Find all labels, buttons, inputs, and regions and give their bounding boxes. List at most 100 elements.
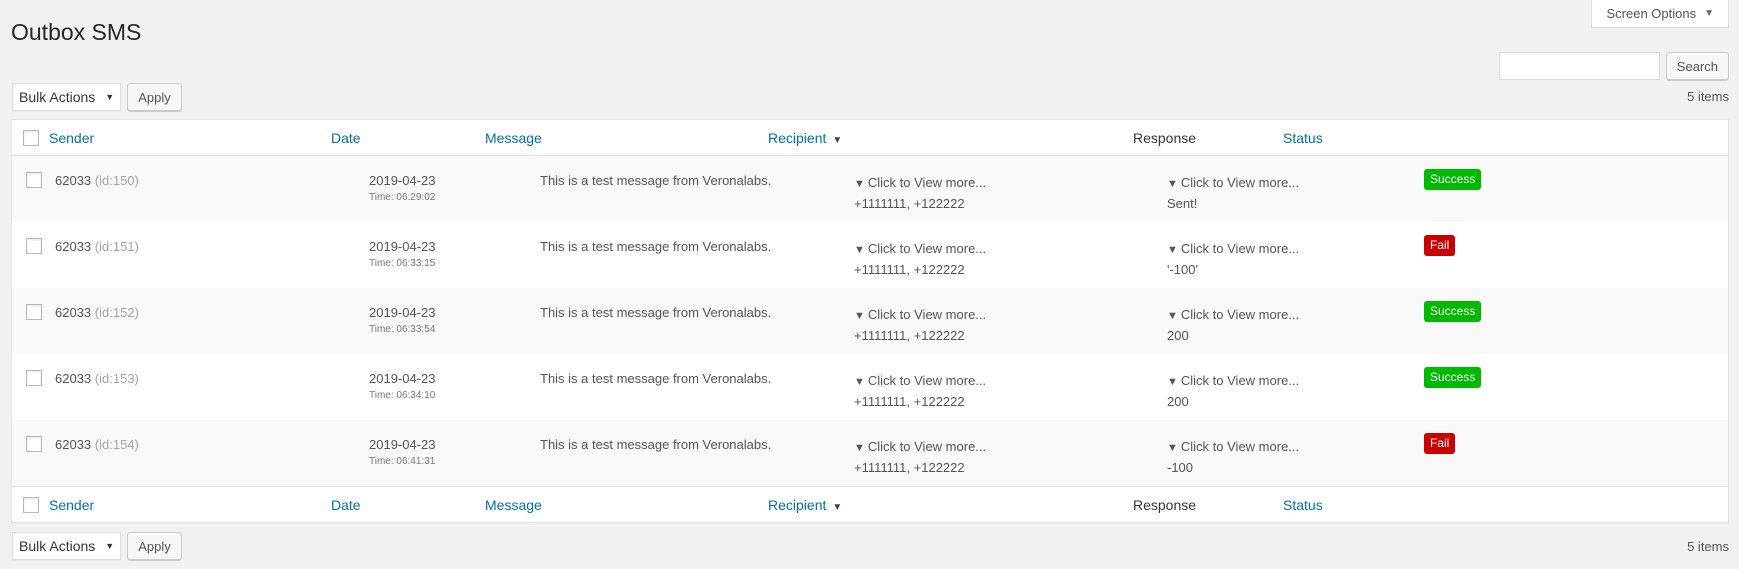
message-cell: This is a test message from Veronalabs. (540, 437, 772, 452)
response-value: 200 (1167, 328, 1189, 343)
response-value: Sent! (1167, 196, 1198, 211)
screen-options-button[interactable]: Screen Options ▼ (1591, 0, 1729, 28)
status-cell: Fail (1424, 433, 1456, 454)
triangle-down-icon: ▼ (1167, 310, 1178, 322)
select-all-checkbox[interactable] (23, 497, 39, 513)
row-checkbox[interactable] (26, 370, 42, 386)
sender-id: (id:153) (94, 371, 139, 386)
column-header-recipient-label: Recipient (768, 130, 827, 146)
status-badge: Success (1424, 169, 1482, 190)
column-header-date[interactable]: Date (331, 130, 361, 146)
sender-cell: 62033 (id:153) (55, 371, 139, 386)
row-checkbox[interactable] (26, 304, 42, 320)
date-value: 2019-04-23 (369, 305, 436, 320)
triangle-down-icon: ▼ (1167, 442, 1178, 454)
recipient-toggle-label: Click to View more... (867, 307, 987, 322)
items-count: 5 items (1687, 89, 1729, 104)
search-button[interactable]: Search (1665, 52, 1729, 80)
table-body: 62033 (id:150) 2019-04-23 Time: 06:29:02… (12, 156, 1728, 486)
page-title: Outbox SMS (11, 19, 142, 45)
apply-button[interactable]: Apply (127, 83, 182, 111)
response-cell: ▼ Click to View more... -100 (1167, 437, 1299, 478)
date-value: 2019-04-23 (369, 437, 436, 452)
sender-id: (id:154) (94, 437, 139, 452)
date-cell: 2019-04-23 Time: 06:41:31 (369, 437, 436, 467)
response-toggle[interactable]: ▼ Click to View more... (1167, 307, 1299, 322)
time-value: Time: 06:41:31 (369, 456, 436, 467)
caret-down-icon: ▼ (105, 541, 115, 551)
recipient-toggle[interactable]: ▼ Click to View more... (854, 373, 986, 388)
sender-id: (id:151) (94, 239, 139, 254)
table-row: 62033 (id:154) 2019-04-23 Time: 06:41:31… (12, 420, 1728, 486)
date-cell: 2019-04-23 Time: 06:29:02 (369, 173, 436, 203)
caret-down-icon: ▼ (832, 135, 843, 146)
response-toggle[interactable]: ▼ Click to View more... (1167, 241, 1299, 256)
sender-cell: 62033 (id:151) (55, 239, 139, 254)
triangle-down-icon: ▼ (1167, 376, 1178, 388)
response-cell: ▼ Click to View more... '-100' (1167, 239, 1299, 280)
triangle-down-icon: ▼ (854, 244, 865, 256)
status-cell: Success (1424, 301, 1482, 322)
column-footer-status[interactable]: Status (1283, 497, 1323, 513)
status-badge: Success (1424, 301, 1482, 322)
caret-down-icon: ▼ (105, 92, 115, 102)
response-toggle-label: Click to View more... (1180, 241, 1300, 256)
triangle-down-icon: ▼ (1167, 244, 1178, 256)
search-input[interactable] (1498, 52, 1660, 80)
recipient-cell: ▼ Click to View more... +1111111, +122222 (854, 173, 986, 214)
table-row: 62033 (id:150) 2019-04-23 Time: 06:29:02… (12, 156, 1728, 222)
recipient-toggle[interactable]: ▼ Click to View more... (854, 175, 986, 190)
status-badge: Fail (1424, 235, 1456, 256)
recipient-toggle[interactable]: ▼ Click to View more... (854, 439, 986, 454)
date-cell: 2019-04-23 Time: 06:34:10 (369, 371, 436, 401)
recipient-toggle[interactable]: ▼ Click to View more... (854, 307, 986, 322)
date-cell: 2019-04-23 Time: 06:33:15 (369, 239, 436, 269)
select-all-checkbox[interactable] (23, 130, 39, 146)
sender-number: 62033 (55, 305, 92, 320)
response-toggle-label: Click to View more... (1180, 307, 1300, 322)
column-header-message[interactable]: Message (485, 130, 542, 146)
message-cell: This is a test message from Veronalabs. (540, 305, 772, 320)
apply-button[interactable]: Apply (127, 532, 182, 560)
response-toggle[interactable]: ▼ Click to View more... (1167, 175, 1299, 190)
column-header-recipient[interactable]: Recipient ▼ (768, 130, 842, 146)
status-cell: Fail (1424, 235, 1456, 256)
column-footer-date[interactable]: Date (331, 497, 361, 513)
column-header-sender[interactable]: Sender (49, 130, 94, 146)
recipient-list: +1111111, +122222 (854, 394, 965, 409)
table-header: Sender Date Message Recipient ▼ Response … (12, 120, 1728, 156)
bulk-actions-label: Bulk Actions (19, 89, 96, 105)
response-toggle[interactable]: ▼ Click to View more... (1167, 373, 1299, 388)
row-checkbox[interactable] (26, 436, 42, 452)
response-cell: ▼ Click to View more... 200 (1167, 371, 1299, 412)
date-value: 2019-04-23 (369, 173, 436, 188)
bulk-actions-select[interactable]: Bulk Actions ▼ (12, 532, 122, 560)
status-badge: Fail (1424, 433, 1456, 454)
sender-number: 62033 (55, 371, 92, 386)
bulk-actions-bottom: Bulk Actions ▼ Apply (12, 532, 182, 560)
triangle-down-icon: ▼ (1167, 178, 1178, 190)
table-row: 62033 (id:152) 2019-04-23 Time: 06:33:54… (12, 288, 1728, 354)
recipient-toggle[interactable]: ▼ Click to View more... (854, 241, 986, 256)
items-count: 5 items (1687, 539, 1729, 554)
column-footer-message[interactable]: Message (485, 497, 542, 513)
time-value: Time: 06:33:15 (369, 258, 436, 269)
column-footer-recipient[interactable]: Recipient ▼ (768, 497, 842, 513)
column-header-status[interactable]: Status (1283, 130, 1323, 146)
status-badge: Success (1424, 367, 1482, 388)
recipient-list: +1111111, +122222 (854, 460, 965, 475)
screen-options-label: Screen Options (1606, 6, 1697, 21)
column-footer-sender[interactable]: Sender (49, 497, 94, 513)
response-toggle[interactable]: ▼ Click to View more... (1167, 439, 1299, 454)
recipient-list: +1111111, +122222 (854, 196, 965, 211)
recipient-list: +1111111, +122222 (854, 262, 965, 277)
message-cell: This is a test message from Veronalabs. (540, 173, 772, 188)
recipient-list: +1111111, +122222 (854, 328, 965, 343)
table-row: 62033 (id:153) 2019-04-23 Time: 06:34:10… (12, 354, 1728, 420)
row-checkbox[interactable] (26, 172, 42, 188)
bulk-actions-select[interactable]: Bulk Actions ▼ (12, 83, 122, 111)
row-checkbox[interactable] (26, 238, 42, 254)
recipient-cell: ▼ Click to View more... +1111111, +122222 (854, 437, 986, 478)
status-cell: Success (1424, 367, 1482, 388)
sender-cell: 62033 (id:150) (55, 173, 139, 188)
